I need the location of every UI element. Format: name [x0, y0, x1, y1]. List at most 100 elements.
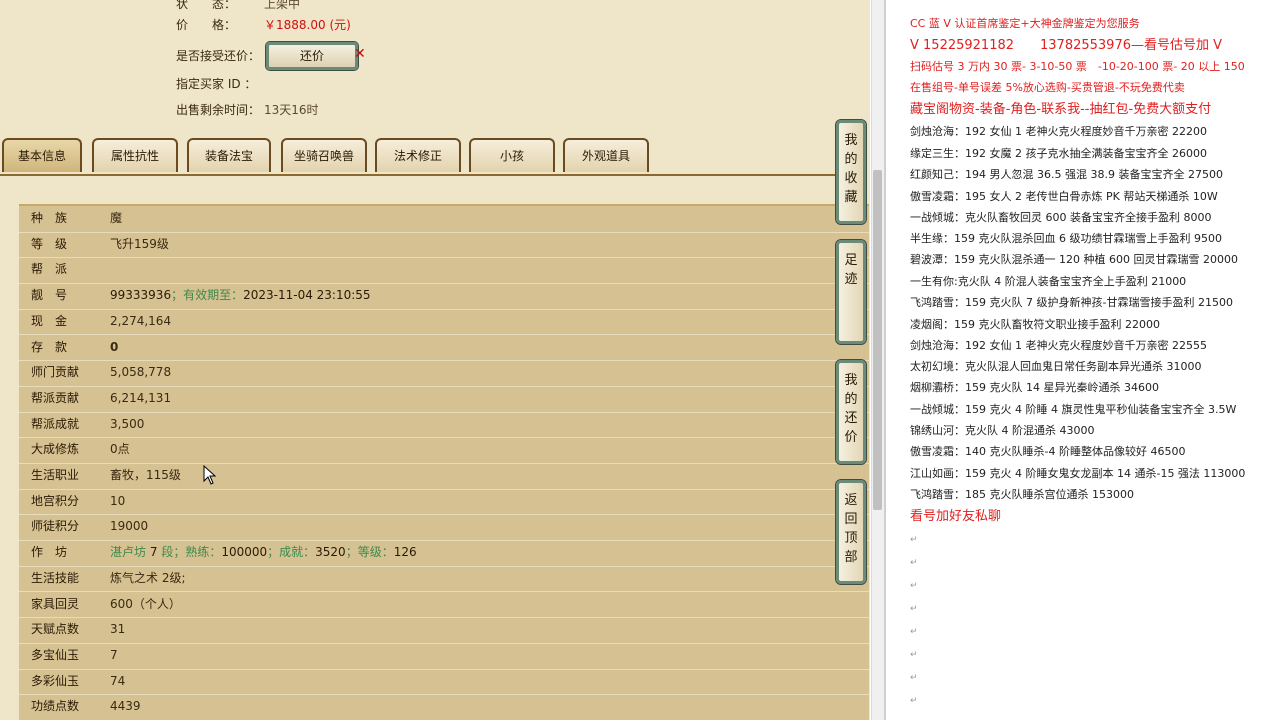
mouse-cursor-icon: [203, 465, 217, 485]
doc-line: V 15225921182 13782553976—看号估号加 V: [910, 38, 1223, 53]
counter-offer-row: 是否接受还价：: [176, 46, 264, 66]
tab-attributes[interactable]: 属性抗性: [92, 138, 178, 172]
doc-line: 飞鸿踏雪：159 克火队 7 级护身新神孩-甘霖瑞雪接手盈利 21500: [910, 296, 1233, 309]
paragraph-mark: ↵: [910, 535, 918, 545]
row-value: 10: [110, 493, 126, 508]
row-label: 大成修炼: [31, 442, 80, 457]
table-row: 帮派贡献 6,214,131: [19, 386, 869, 413]
remaining-time-row: 出售剩余时间： 13天16时: [176, 100, 319, 120]
price-label: 价 格：: [176, 18, 237, 32]
row-label: 帮派贡献: [31, 390, 80, 405]
table-row: 靓 号 99333936；有效期至：2023-11-04 23:10:55: [19, 283, 869, 310]
doc-line: 傲雪凌霜：140 克火队睡杀-4 阶睡整体品像较好 46500: [910, 445, 1186, 458]
table-row: 生活职业 畜牧，115级: [19, 463, 869, 490]
workshop-achievement-label: ；成就：: [267, 545, 316, 560]
basic-info-table: 种 族 魔 等 级 飞升159级 帮 派 靓 号 99333936；有效期至：2023…: [19, 204, 869, 720]
sale-info: 状 态： 上架中 价 格： ￥1888.00 (元) 是否接受还价： 还价 ✕ 指定…: [0, 0, 870, 130]
tab-basic-info[interactable]: 基本信息: [2, 138, 82, 172]
workshop-achievement: 3520: [315, 545, 346, 560]
remaining-time-label: 出售剩余时间：: [176, 103, 261, 117]
paragraph-mark: ↵: [910, 581, 918, 591]
row-label: 多宝仙玉: [31, 647, 80, 662]
status-row: 状 态： 上架中: [176, 0, 300, 14]
tab-appearance[interactable]: 外观道具: [563, 138, 649, 172]
row-label: 等 级: [31, 236, 68, 251]
doc-line: 江山如画：159 克火 4 阶睡女鬼女龙副本 14 通杀-15 强法 11300…: [910, 467, 1246, 480]
footprint-button[interactable]: 足迹: [836, 240, 866, 344]
my-counter-offers-button[interactable]: 我的还价: [836, 360, 866, 464]
close-icon[interactable]: ✕: [354, 46, 366, 62]
pretty-id-value: 99333936: [110, 288, 172, 303]
doc-line: 碧波潭：159 克火队混杀通一 120 种植 600 回灵甘霖瑞雪 20000: [910, 253, 1238, 266]
table-row: 大成修炼 0点: [19, 437, 869, 464]
counter-offer-label: 是否接受还价：: [176, 49, 261, 63]
tab-equipment[interactable]: 装备法宝: [187, 138, 271, 172]
table-row: 多宝仙玉 7: [19, 643, 869, 670]
row-value: 湛卢坊 7 段；熟练：100000；成就：3520；等级：126: [110, 540, 417, 566]
tab-mounts-pets[interactable]: 坐骑召唤兽: [281, 138, 367, 172]
doc-line: 在售组号-单号误差 5%放心选购-买贵管退-不玩免费代卖: [910, 81, 1185, 94]
row-value: 3,500: [110, 416, 145, 431]
row-value: 4439: [110, 699, 141, 714]
tab-children[interactable]: 小孩: [469, 138, 555, 172]
workshop-proficiency: 100000: [221, 545, 268, 560]
paragraph-mark: ↵: [910, 696, 918, 706]
doc-line: 剑烛沧海：192 女仙 1 老神火克火程度妙音千万亲密 22555: [910, 339, 1207, 352]
row-value: 600（个人）: [110, 596, 181, 611]
row-value: 7: [110, 647, 118, 662]
table-row: 地宫积分 10: [19, 489, 869, 516]
row-label: 生活技能: [31, 570, 80, 585]
table-row: 帮 派: [19, 257, 869, 285]
doc-line: 飞鸿踏雪：185 克火队睡杀宫位通杀 153000: [910, 488, 1134, 501]
remaining-time-value: 13天16时: [264, 103, 319, 117]
paragraph-mark: ↵: [910, 627, 918, 637]
doc-line: 烟柳灞桥：159 克火队 14 星异光秦岭通杀 34600: [910, 381, 1159, 394]
row-label: 种 族: [31, 211, 68, 225]
table-row: 师门贡献 5,058,778: [19, 360, 869, 387]
scrollbar-thumb[interactable]: [873, 170, 882, 510]
tab-spell-correction[interactable]: 法术修正: [375, 138, 461, 172]
table-row: 作 坊 湛卢坊 7 段；熟练：100000；成就：3520；等级：126: [19, 540, 869, 567]
row-value: 畜牧，115级: [110, 468, 181, 482]
row-value: 飞升159级: [110, 236, 169, 251]
paragraph-mark: ↵: [910, 673, 918, 683]
doc-line: 锦绣山河：克火队 4 阶混通杀 43000: [910, 424, 1095, 437]
back-to-top-button[interactable]: 返回顶部: [836, 480, 866, 584]
paragraph-mark: ↵: [910, 604, 918, 614]
buyer-row: 指定买家 ID ：: [176, 74, 264, 94]
favorites-button[interactable]: 我的收藏: [836, 120, 866, 224]
row-label: 靓 号: [31, 288, 68, 303]
row-label: 帮派成就: [31, 416, 80, 431]
row-label: 作 坊: [31, 545, 68, 560]
row-label: 师徒积分: [31, 519, 80, 534]
tab-divider: [0, 174, 835, 176]
price-value: ￥1888.00 (元): [264, 18, 351, 32]
row-value: 0: [110, 339, 119, 354]
row-label: 天赋点数: [31, 622, 80, 637]
workshop-proficiency-label: 段；熟练：: [161, 545, 222, 560]
table-row: 种 族魔: [19, 206, 869, 233]
doc-line: 半生缘：159 克火队混杀回血 6 级功绩甘霖瑞雪上手盈利 9500: [910, 232, 1222, 245]
doc-line: 藏宝阁物资-装备-角色-联系我--抽红包-免费大额支付: [910, 102, 1212, 117]
row-label: 师门贡献: [31, 365, 80, 380]
row-value: 19000: [110, 519, 149, 534]
buyer-label: 指定买家 ID ：: [176, 77, 257, 91]
row-value: 炼气之术 2级;: [110, 570, 186, 585]
workshop-level-label: ；等级：: [345, 545, 394, 560]
row-value: 74: [110, 673, 126, 688]
table-row: 等 级 飞升159级: [19, 232, 869, 259]
row-value: 99333936；有效期至：2023-11-04 23:10:55: [110, 283, 371, 309]
counter-offer-button[interactable]: 还价: [266, 42, 358, 70]
row-value: 0点: [110, 442, 130, 457]
table-row: 帮派成就 3,500: [19, 412, 869, 439]
workshop-level: 126: [393, 545, 417, 560]
price-row: 价 格： ￥1888.00 (元): [176, 15, 351, 35]
table-row: 现 金 2,274,164: [19, 309, 869, 336]
doc-line: 傲雪凌霜：195 女人 2 老传世白骨赤炼 PK 帮站天梯通杀 10W: [910, 190, 1218, 203]
row-value: 5,058,778: [110, 365, 172, 380]
row-label: 现 金: [31, 313, 68, 328]
tab-bar: 基本信息 属性抗性 装备法宝 坐骑召唤兽 法术修正 小孩 外观道具: [0, 138, 835, 176]
workshop-name: 湛卢坊: [110, 545, 147, 560]
document-panel: CC 蓝 V 认证首席鉴定+大神金牌鉴定为您服务 V 15225921182 1…: [884, 0, 1280, 720]
account-detail-panel: 状 态： 上架中 价 格： ￥1888.00 (元) 是否接受还价： 还价 ✕ 指定…: [0, 0, 870, 720]
